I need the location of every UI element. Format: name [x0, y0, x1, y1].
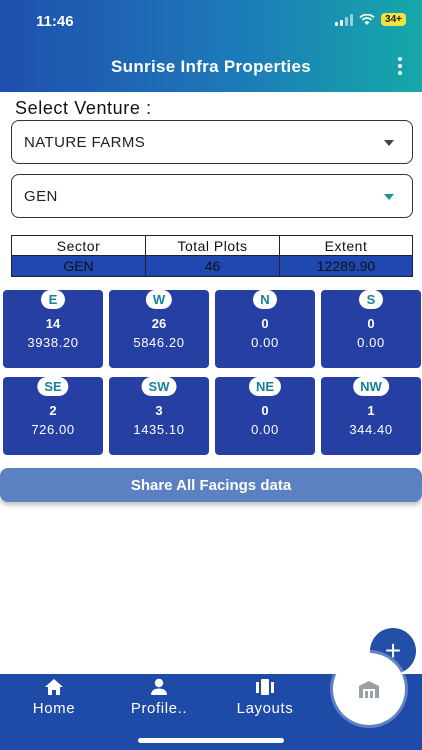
status-icons: 34+ — [335, 13, 406, 26]
facing-extent: 344.40 — [349, 422, 393, 437]
venture-selected-value: NATURE FARMS — [24, 133, 146, 151]
status-time: 11:46 — [36, 13, 74, 30]
facing-extent: 1435.10 — [133, 422, 185, 437]
facing-count: 26 — [151, 316, 167, 331]
summary-header-row: Sector Total Plots Extent — [11, 235, 413, 256]
facing-direction-badge: W — [145, 290, 173, 309]
facing-card-nw[interactable]: NW 1 344.40 — [321, 377, 421, 455]
facing-cards: E 14 3938.20 W 26 5846.20 N 0 0.00 S 0 0… — [3, 290, 421, 455]
summary-table: Sector Total Plots Extent GEN 46 12289.9… — [11, 235, 413, 277]
home-indicator — [138, 738, 284, 743]
app-title: Sunrise Infra Properties — [111, 57, 311, 76]
facing-extent: 0.00 — [251, 422, 279, 437]
venture-dropdown[interactable]: NATURE FARMS — [11, 120, 413, 164]
building-icon — [359, 681, 379, 698]
summary-cell: GEN — [11, 255, 146, 277]
sector-dropdown[interactable]: GEN — [11, 174, 413, 218]
facing-direction-badge: E — [41, 290, 65, 309]
facing-card-sw[interactable]: SW 3 1435.10 — [109, 377, 209, 455]
summary-header: Total Plots — [145, 235, 280, 256]
wifi-icon — [359, 13, 375, 25]
facing-count: 0 — [261, 403, 269, 418]
summary-cell: 46 — [145, 255, 280, 277]
chevron-down-icon — [384, 140, 394, 146]
nav-home[interactable]: Home — [26, 678, 82, 717]
home-icon — [45, 679, 63, 695]
summary-cell: 12289.90 — [279, 255, 413, 277]
facing-direction-badge: SE — [37, 377, 69, 396]
nav-label: Layouts — [236, 700, 294, 717]
facing-count: 2 — [49, 403, 57, 418]
facing-count: 14 — [45, 316, 61, 331]
battery-indicator: 34+ — [381, 13, 406, 26]
nav-label: Home — [32, 700, 76, 717]
chevron-down-icon — [384, 194, 394, 200]
app-header: 11:46 34+ Sunrise Infra Properties — [0, 0, 422, 92]
facing-extent: 0.00 — [251, 335, 279, 350]
more-options-icon[interactable] — [396, 57, 404, 75]
select-venture-label: Select Venture : — [15, 98, 152, 118]
facing-count: 0 — [367, 316, 375, 331]
facing-card-w[interactable]: W 26 5846.20 — [109, 290, 209, 368]
facing-extent: 3938.20 — [27, 335, 79, 350]
nav-layouts[interactable]: Layouts — [228, 678, 302, 717]
facing-extent: 726.00 — [31, 422, 75, 437]
facing-count: 1 — [367, 403, 375, 418]
facing-direction-badge: SW — [141, 377, 177, 396]
facing-count: 3 — [155, 403, 163, 418]
facing-card-n[interactable]: N 0 0.00 — [215, 290, 315, 368]
facing-card-se[interactable]: SE 2 726.00 — [3, 377, 103, 455]
facing-count: 0 — [261, 316, 269, 331]
signal-icon — [335, 13, 354, 26]
summary-header: Sector — [11, 235, 146, 256]
summary-header: Extent — [279, 235, 413, 256]
nav-label: Profile.. — [130, 700, 188, 717]
facing-card-e[interactable]: E 14 3938.20 — [3, 290, 103, 368]
facing-direction-badge: N — [253, 290, 277, 309]
facing-direction-badge: NW — [353, 377, 389, 396]
summary-row: GEN 46 12289.90 — [11, 255, 413, 277]
facing-extent: 0.00 — [357, 335, 385, 350]
properties-fab[interactable] — [333, 653, 405, 725]
facing-extent: 5846.20 — [133, 335, 185, 350]
facing-card-s[interactable]: S 0 0.00 — [321, 290, 421, 368]
sector-selected-value: GEN — [24, 187, 58, 205]
share-all-facings-button[interactable]: Share All Facings data — [0, 468, 422, 502]
facing-card-ne[interactable]: NE 0 0.00 — [215, 377, 315, 455]
person-icon — [151, 678, 167, 695]
layouts-icon — [256, 679, 274, 695]
facing-direction-badge: NE — [248, 377, 282, 396]
nav-profile[interactable]: Profile.. — [121, 678, 197, 717]
facing-direction-badge: S — [359, 290, 383, 309]
